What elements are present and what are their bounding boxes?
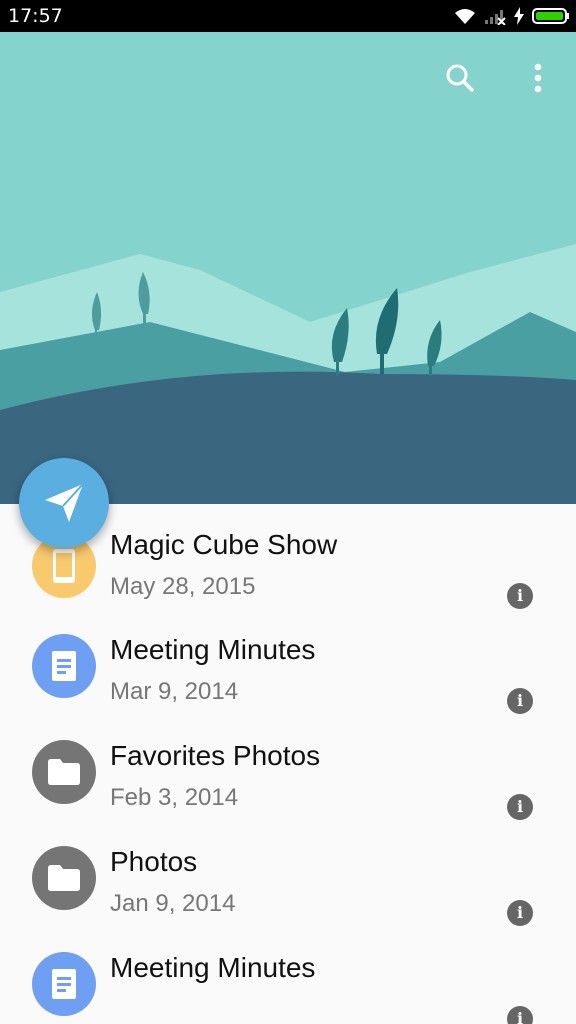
info-icon: i — [516, 903, 524, 922]
file-list: Magic Cube Show May 28, 2015 i Meeting M… — [0, 504, 576, 1024]
list-item[interactable]: Meeting Minutes i — [0, 928, 576, 1024]
signal-icon — [485, 10, 506, 25]
info-icon: i — [516, 691, 524, 710]
header-illustration — [0, 32, 576, 504]
charging-icon — [514, 7, 524, 25]
file-title: Photos — [110, 846, 198, 877]
wifi-icon — [455, 9, 475, 24]
search-icon — [446, 64, 474, 92]
file-date: May 28, 2015 — [110, 573, 256, 600]
document-icon — [52, 651, 76, 681]
file-date: Mar 9, 2014 — [110, 678, 239, 705]
info-icon: i — [516, 797, 524, 816]
status-time: 17:57 — [8, 5, 63, 27]
file-title: Meeting Minutes — [110, 634, 316, 665]
status-bar: 17:57 — [0, 0, 576, 32]
document-icon — [52, 969, 76, 999]
more-options-button[interactable] — [516, 58, 560, 98]
info-button[interactable]: i — [507, 900, 533, 926]
file-date: Feb 3, 2014 — [110, 784, 239, 811]
send-fab[interactable] — [19, 458, 109, 548]
file-avatar — [32, 740, 96, 804]
list-item[interactable]: Favorites Photos Feb 3, 2014 i — [0, 716, 576, 822]
info-icon: i — [516, 586, 524, 605]
info-icon: i — [516, 1009, 524, 1024]
info-button[interactable]: i — [507, 688, 533, 714]
battery-icon — [532, 8, 569, 24]
file-date: Jan 9, 2014 — [110, 890, 236, 917]
more-vert-icon — [534, 63, 542, 93]
file-avatar — [32, 634, 96, 698]
file-avatar — [32, 846, 96, 910]
info-button[interactable]: i — [507, 794, 533, 820]
send-icon — [45, 483, 84, 522]
file-title: Magic Cube Show — [110, 529, 338, 560]
folder-icon — [48, 759, 80, 785]
file-avatar — [32, 952, 96, 1016]
search-button[interactable] — [438, 58, 482, 98]
info-button[interactable]: i — [507, 583, 533, 609]
file-title: Favorites Photos — [110, 740, 321, 771]
status-icons — [454, 6, 570, 26]
tablet-icon — [53, 549, 75, 583]
folder-icon — [48, 865, 80, 891]
list-item[interactable]: Photos Jan 9, 2014 i — [0, 822, 576, 928]
file-title: Meeting Minutes — [110, 952, 316, 983]
list-item[interactable]: Meeting Minutes Mar 9, 2014 i — [0, 610, 576, 716]
info-button[interactable]: i — [507, 1006, 533, 1024]
